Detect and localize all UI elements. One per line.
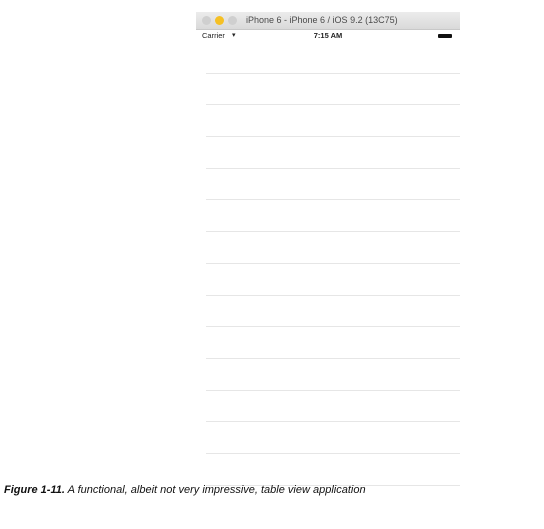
table-row[interactable] xyxy=(206,296,460,328)
clock: 7:15 AM xyxy=(313,31,343,40)
simulator-title: iPhone 6 - iPhone 6 / iOS 9.2 (13C75) xyxy=(246,15,398,25)
table-row[interactable] xyxy=(206,327,460,359)
figure-caption: Figure 1-11. A functional, albeit not ve… xyxy=(4,484,366,496)
close-window-button[interactable] xyxy=(202,16,211,25)
zoom-window-button[interactable] xyxy=(228,16,237,25)
table-row[interactable] xyxy=(206,391,460,423)
status-bar: Carrier ▾ 7:15 AM xyxy=(196,30,460,42)
figure-caption-text: A functional, albeit not very impressive… xyxy=(67,484,366,496)
simulator-window: iPhone 6 - iPhone 6 / iOS 9.2 (13C75) Ca… xyxy=(196,12,460,486)
table-row[interactable] xyxy=(206,264,460,296)
table-row[interactable] xyxy=(206,42,460,74)
table-view[interactable] xyxy=(196,42,460,486)
table-row[interactable] xyxy=(206,74,460,106)
simulator-titlebar: iPhone 6 - iPhone 6 / iOS 9.2 (13C75) xyxy=(196,12,460,30)
table-row[interactable] xyxy=(206,454,460,486)
table-row[interactable] xyxy=(206,200,460,233)
table-row[interactable] xyxy=(206,232,460,264)
table-row[interactable] xyxy=(206,359,460,391)
table-row[interactable] xyxy=(206,169,460,201)
table-row[interactable] xyxy=(206,137,460,169)
table-row[interactable] xyxy=(206,422,460,454)
minimize-window-button[interactable] xyxy=(215,16,224,25)
battery-icon xyxy=(438,34,452,38)
table-row[interactable] xyxy=(206,105,460,138)
figure-label: Figure 1-11. xyxy=(4,484,65,496)
